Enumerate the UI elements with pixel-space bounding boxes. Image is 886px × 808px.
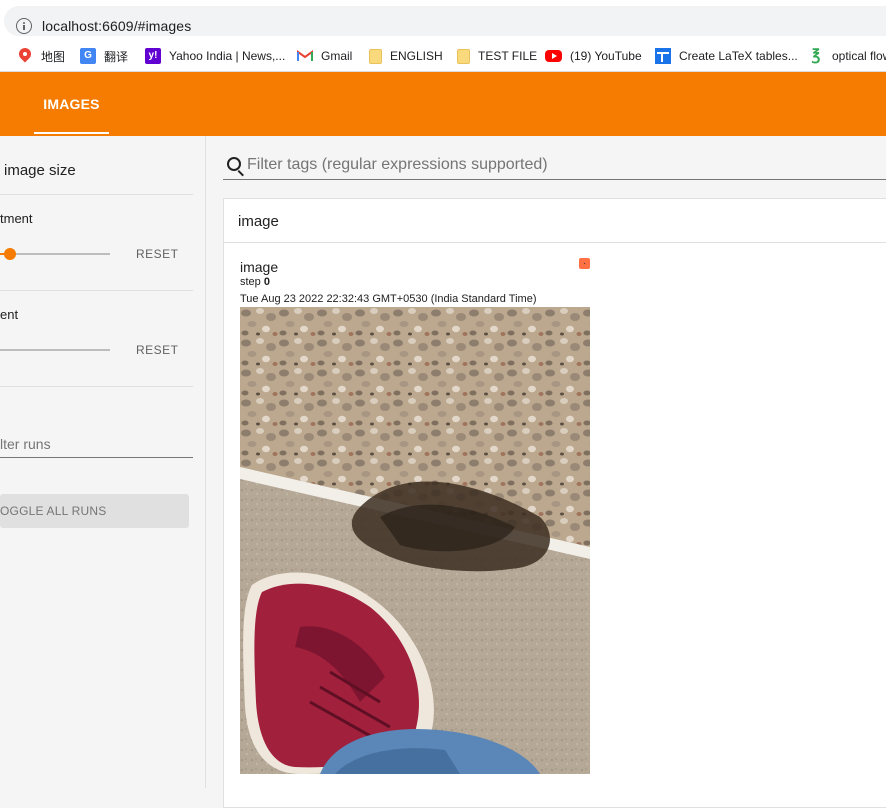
photo-svg [240, 307, 590, 774]
contrast-label: ent [0, 307, 19, 322]
main-content: Filter tags (regular expressions support… [207, 136, 886, 808]
image-size-heading: image size [4, 162, 76, 179]
folder-icon [457, 48, 470, 64]
url-text[interactable]: localhost:6609/#images [42, 18, 191, 34]
filter-runs-input[interactable]: lter runs [0, 426, 193, 458]
bookmark-label: TEST FILE [478, 49, 538, 63]
bookmark-latex-tables[interactable]: Create LaTeX tables... [655, 44, 798, 68]
brightness-label: tment [0, 211, 33, 226]
bookmark-translate[interactable]: G 翻译 [80, 44, 128, 68]
sidebar: image size tment RESET ent RESET lter ru… [0, 136, 206, 788]
url-bar[interactable]: localhost:6609/#images [4, 6, 886, 36]
contrast-slider[interactable] [0, 349, 110, 351]
bookmark-yahoo[interactable]: y! Yahoo India | News,... [145, 44, 285, 68]
bookmark-label: 地图 [41, 49, 66, 64]
bookmark-optical-flow[interactable]: ℥ optical flow [808, 44, 886, 68]
toggle-all-runs-label: OGGLE ALL RUNS [0, 504, 107, 518]
timestamp: Tue Aug 23 2022 22:32:43 GMT+0530 (India… [240, 293, 537, 305]
youtube-icon [545, 50, 562, 62]
image-display[interactable] [240, 307, 590, 774]
bookmark-label: optical flow [832, 49, 886, 63]
bookmark-label: Yahoo India | News,... [169, 49, 286, 63]
bookmark-test-file[interactable]: TEST FILE [457, 44, 537, 68]
table-icon [655, 48, 671, 64]
bookmark-maps[interactable]: 地图 [17, 44, 65, 68]
brightness-slider-thumb[interactable] [4, 248, 16, 260]
bookmark-english[interactable]: ENGLISH [369, 44, 443, 68]
bookmark-label: 翻译 [104, 49, 129, 64]
filter-runs-placeholder: lter runs [0, 436, 51, 452]
bookmark-gmail[interactable]: Gmail [297, 44, 352, 68]
tab-images[interactable]: IMAGES [34, 72, 109, 136]
image-card: image image step 0 Tue Aug 23 2022 22:32… [223, 198, 886, 808]
divider [0, 386, 193, 387]
brightness-slider[interactable] [0, 248, 110, 260]
step-row: step 0 [240, 276, 270, 288]
bookmark-label: Gmail [321, 49, 353, 63]
brightness-reset-button[interactable]: RESET [136, 247, 179, 261]
filter-tags-placeholder: Filter tags (regular expressions support… [247, 156, 548, 173]
active-tab-indicator [34, 132, 109, 134]
app-header: IMAGES [0, 72, 886, 136]
card-header[interactable]: image [224, 199, 886, 243]
image-tag-name: image [240, 259, 279, 275]
maps-icon [17, 48, 33, 64]
folder-icon [369, 48, 382, 64]
translate-icon: G [80, 48, 96, 64]
bookmark-label: Create LaTeX tables... [679, 49, 798, 63]
step-label: step [240, 276, 261, 288]
site-info-icon[interactable] [16, 18, 32, 34]
toggle-all-runs-button[interactable]: OGGLE ALL RUNS [0, 494, 189, 528]
divider [0, 194, 193, 195]
divider [0, 290, 193, 291]
card-title: image [238, 213, 279, 230]
bookmark-label: (19) YouTube [570, 49, 642, 63]
search-icon [227, 157, 241, 171]
gmail-icon [297, 50, 313, 61]
bookmark-youtube[interactable]: (19) YouTube [545, 44, 642, 68]
tab-label: IMAGES [43, 96, 100, 112]
bookmarks-bar: 地图 G 翻译 y! Yahoo India | News,... Gmail … [0, 40, 886, 72]
run-color-swatch [579, 258, 590, 269]
yahoo-icon: y! [145, 48, 161, 64]
contrast-reset-button[interactable]: RESET [136, 343, 179, 357]
bookmark-label: ENGLISH [390, 49, 443, 63]
step-value: 0 [263, 276, 270, 288]
filter-tags-input[interactable]: Filter tags (regular expressions support… [223, 152, 886, 180]
browser-address-bar: localhost:6609/#images [0, 0, 886, 40]
leaf-icon: ℥ [811, 47, 821, 64]
